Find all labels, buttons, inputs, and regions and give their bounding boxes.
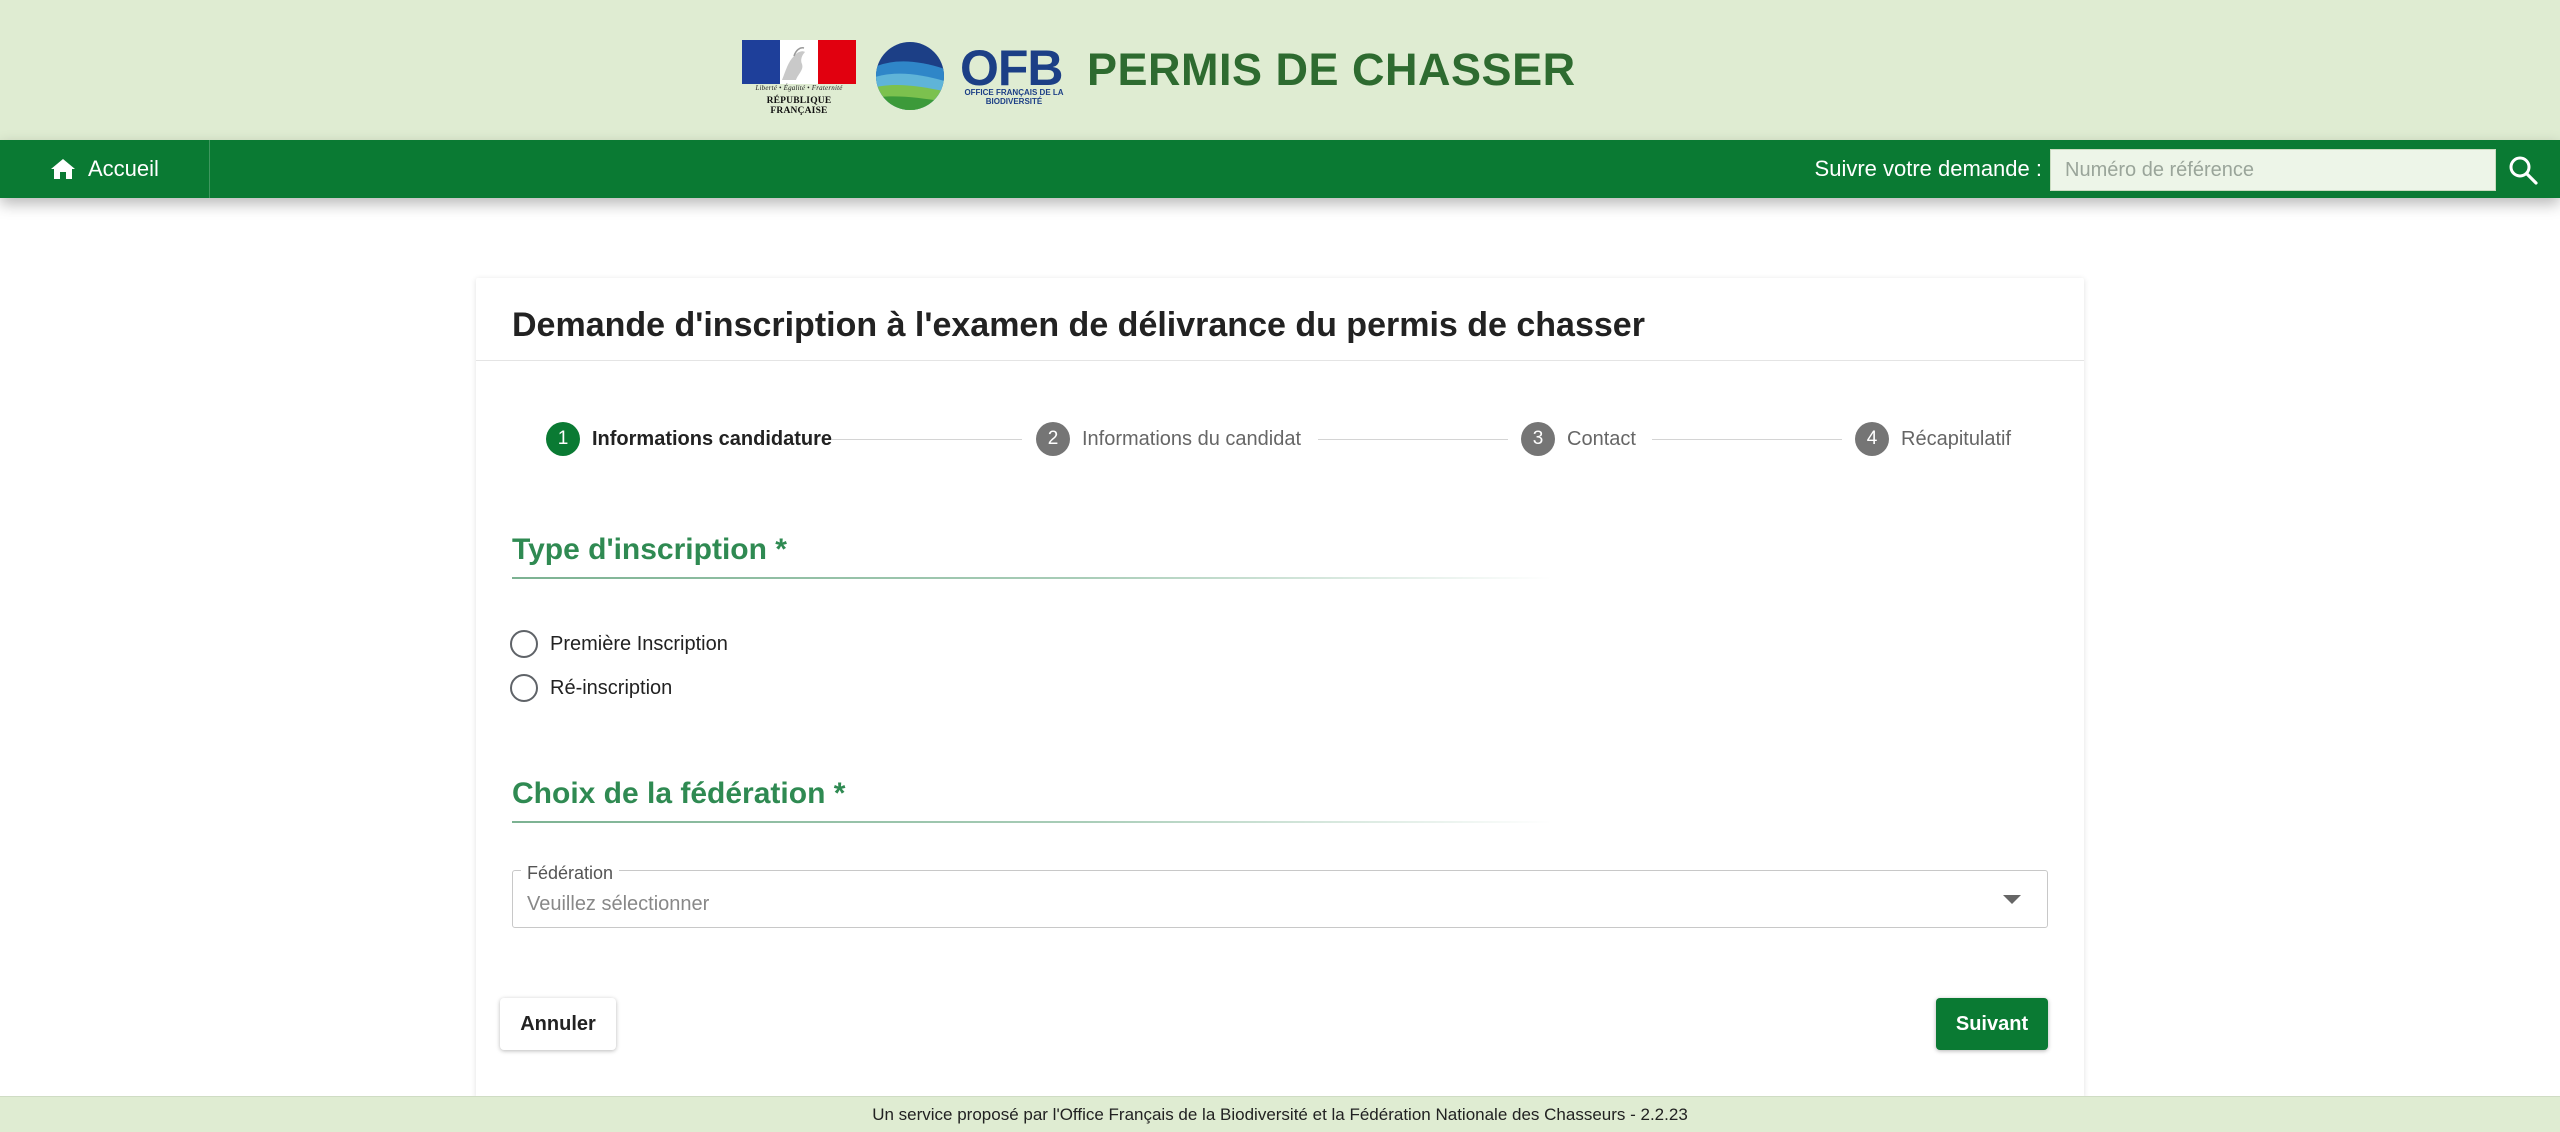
app-title: PERMIS DE CHASSER <box>1087 44 1576 95</box>
step-recapitulatif: 4 Récapitulatif <box>1855 422 2011 456</box>
site-footer: Un service proposé par l'Office Français… <box>0 1096 2560 1132</box>
step-number: 4 <box>1855 422 1889 456</box>
republique-name: RÉPUBLIQUE FRANÇAISE <box>766 96 832 116</box>
page-root: Liberté • Égalité • Fraternité RÉPUBLIQU… <box>0 0 2560 1132</box>
track-request-label: Suivre votre demande : <box>1814 156 2042 181</box>
federation-select[interactable]: Fédération Veuillez sélectionner <box>512 863 2048 928</box>
radio-button[interactable] <box>510 630 538 658</box>
step-contact: 3 Contact <box>1521 422 1636 456</box>
cancel-button[interactable]: Annuler <box>500 998 616 1050</box>
step-label: Contact <box>1567 427 1636 450</box>
step-number: 1 <box>546 422 580 456</box>
site-header: Liberté • Égalité • Fraternité RÉPUBLIQU… <box>0 0 2560 140</box>
step-informations-candidat: 2 Informations du candidat <box>1036 422 1301 456</box>
footer-text: Un service proposé par l'Office Français… <box>872 1104 1688 1124</box>
step-number: 2 <box>1036 422 1070 456</box>
radio-label: Première Inscription <box>550 632 728 655</box>
nav-home-label: Accueil <box>88 156 159 181</box>
step-connector <box>832 439 1022 440</box>
registration-form-card: Demande d'inscription à l'examen de déli… <box>476 278 2084 1098</box>
republique-francaise-logo: Liberté • Égalité • Fraternité RÉPUBLIQU… <box>742 40 856 116</box>
step-number: 3 <box>1521 422 1555 456</box>
home-icon <box>51 159 75 179</box>
step-label: Informations du candidat <box>1082 427 1302 450</box>
dropdown-arrow-icon <box>2003 895 2021 904</box>
step-connector <box>1318 439 1508 440</box>
radio-label: Ré-inscription <box>550 676 673 699</box>
step-label: Récapitulatif <box>1901 427 2012 450</box>
republique-motto: Liberté • Égalité • Fraternité <box>755 84 843 92</box>
nav-home-link[interactable]: Accueil <box>0 140 210 198</box>
step-label: Informations candidature <box>592 427 833 450</box>
federation-select-value: Veuillez sélectionner <box>527 893 710 915</box>
radio-button[interactable] <box>510 674 538 702</box>
step-informations-candidature: 1 Informations candidature <box>546 422 832 456</box>
radio-reinscription[interactable]: Ré-inscription <box>510 672 672 704</box>
marianne-flag-icon <box>742 40 856 84</box>
federation-heading: Choix de la fédération * <box>512 777 846 810</box>
ofb-logo: OFB OFFICE FRANÇAIS DE LA BIODIVERSITÉ <box>874 40 1070 112</box>
search-icon[interactable] <box>2506 153 2540 187</box>
ofb-logo-subtext: OFFICE FRANÇAIS DE LA BIODIVERSITÉ <box>964 88 1064 106</box>
section-underline <box>512 821 1552 823</box>
form-title: Demande d'inscription à l'examen de déli… <box>512 306 1645 344</box>
registration-type-heading: Type d'inscription * <box>512 533 787 566</box>
step-connector <box>1652 439 1842 440</box>
title-divider <box>476 360 2084 361</box>
ofb-globe-icon <box>876 42 944 110</box>
next-button[interactable]: Suivant <box>1936 998 2048 1050</box>
main-navbar: Accueil Suivre votre demande : <box>0 140 2560 198</box>
federation-field-label: Fédération <box>521 863 620 884</box>
section-underline <box>512 577 1552 579</box>
reference-number-input[interactable] <box>2050 149 2496 191</box>
radio-premiere-inscription[interactable]: Première Inscription <box>510 628 728 660</box>
